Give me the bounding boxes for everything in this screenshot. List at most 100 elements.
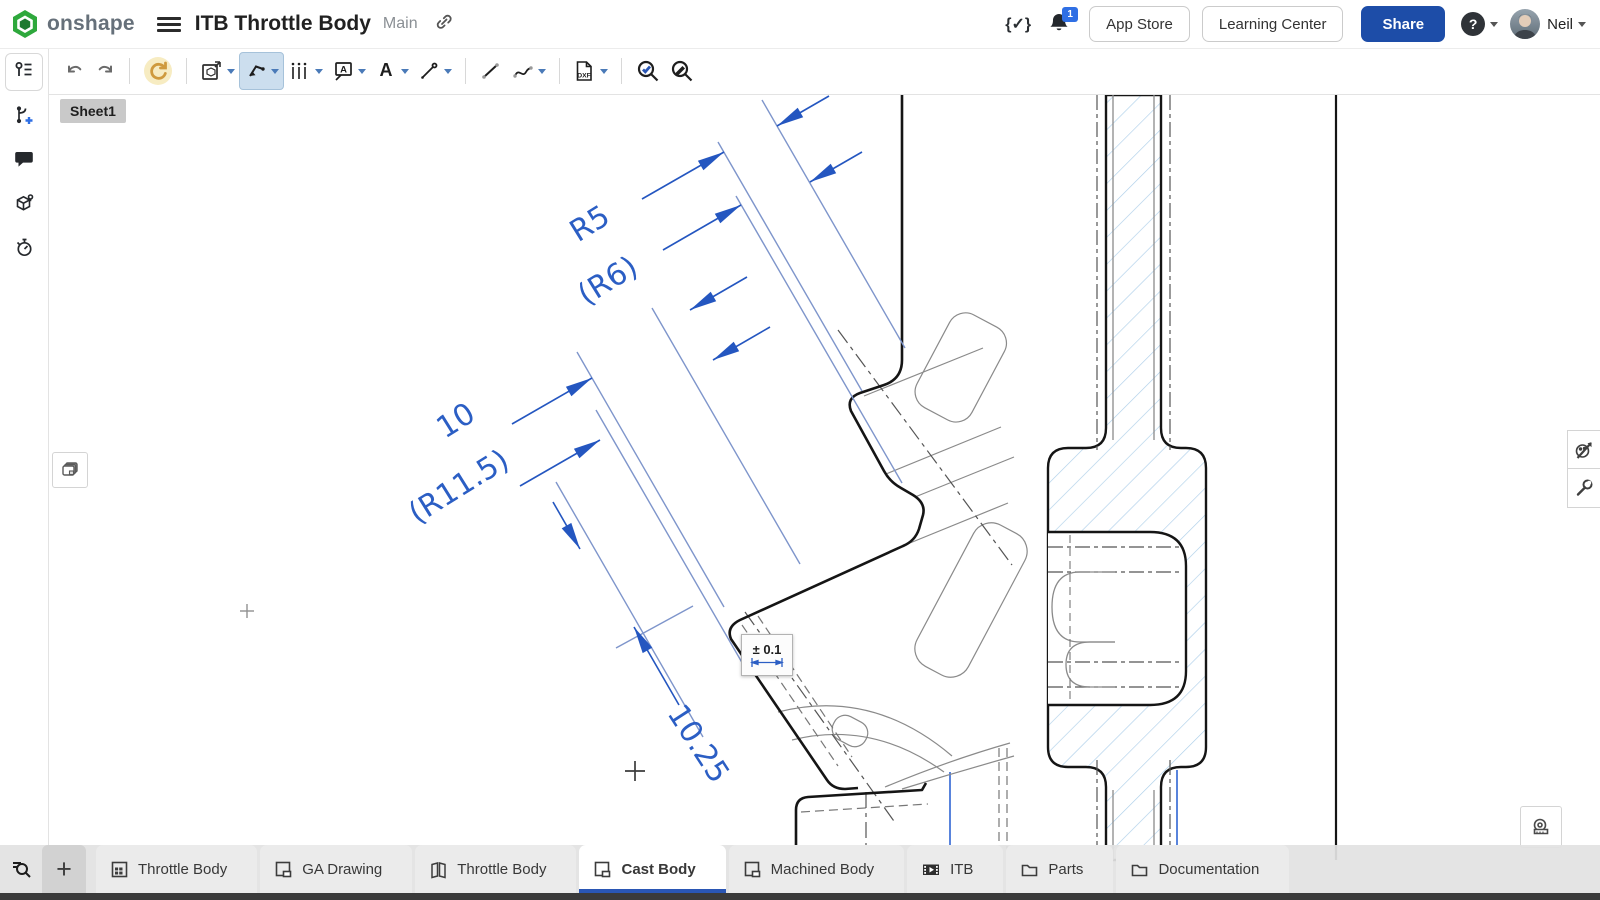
tab-ga-drawing[interactable]: GA Drawing xyxy=(260,845,412,893)
review-check-tool[interactable] xyxy=(631,53,665,89)
insert-view-tool[interactable] xyxy=(196,53,239,89)
feature-list-panel-button[interactable] xyxy=(5,53,43,91)
tab-label: ITB xyxy=(950,861,973,878)
export-dxf-tool[interactable]: DXF xyxy=(569,53,612,89)
toolbar-separator xyxy=(465,58,466,84)
toolbar-separator xyxy=(559,58,560,84)
tab-throttle-body[interactable]: Throttle Body xyxy=(415,845,576,893)
drawing-canvas[interactable]: R5 (R6) 10 (R11.5) 10.25 ± 0.1 Sheet1 xyxy=(0,0,1600,893)
chevron-down-icon[interactable] xyxy=(600,69,608,74)
chevron-down-icon[interactable] xyxy=(444,69,452,74)
tab-label: Throttle Body xyxy=(138,861,227,878)
chevron-down-icon[interactable] xyxy=(227,69,235,74)
share-button[interactable]: Share xyxy=(1361,6,1445,42)
drawing-properties-button[interactable] xyxy=(1567,468,1600,508)
window-bottom-edge xyxy=(0,893,1600,900)
crosshair-cursor xyxy=(625,761,645,781)
app-store-button[interactable]: App Store xyxy=(1089,6,1190,42)
tab-label: Machined Body xyxy=(771,861,874,878)
avatar[interactable] xyxy=(1510,9,1540,39)
drawing-icon xyxy=(274,860,293,879)
notifications-button[interactable]: 1 xyxy=(1047,11,1071,37)
svg-text:A: A xyxy=(340,65,347,76)
tolerance-box[interactable]: ± 0.1 xyxy=(741,634,793,676)
user-name: Neil xyxy=(1547,16,1573,33)
pan-cursor xyxy=(240,604,254,618)
share-link-icon[interactable] xyxy=(434,12,454,37)
folder-icon xyxy=(1020,860,1039,879)
learning-center-button[interactable]: Learning Center xyxy=(1202,6,1344,42)
app-header: onshape ITB Throttle Body Main {✓} 1 App… xyxy=(0,0,1600,49)
tab-label: Documentation xyxy=(1158,861,1259,878)
update-tool[interactable] xyxy=(139,53,177,89)
tab-label: GA Drawing xyxy=(302,861,382,878)
text-tool[interactable]: A xyxy=(370,53,413,89)
style-settings-button[interactable] xyxy=(1567,430,1600,470)
chevron-down-icon[interactable] xyxy=(271,69,279,74)
tolerance-dim-icon xyxy=(750,657,784,668)
tab-machined-body[interactable]: Machined Body xyxy=(729,845,904,893)
section-view-left xyxy=(730,95,1034,860)
help-icon: ? xyxy=(1461,12,1485,36)
comments-panel-button[interactable] xyxy=(6,143,42,179)
drawing-svg xyxy=(0,0,1600,893)
chevron-down-icon xyxy=(1578,22,1586,27)
onshape-logo[interactable]: onshape xyxy=(10,9,135,39)
chevron-down-icon[interactable] xyxy=(315,69,323,74)
user-menu[interactable]: Neil xyxy=(1547,16,1586,33)
versions-icon xyxy=(13,104,35,131)
tolerance-value: ± 0.1 xyxy=(753,643,782,656)
sheets-flyout-button[interactable] xyxy=(52,452,88,488)
partstudio-icon xyxy=(429,860,448,879)
versions-panel-button[interactable] xyxy=(6,99,42,135)
toolbar-separator xyxy=(621,58,622,84)
tab-parts[interactable]: Parts xyxy=(1006,845,1113,893)
search-tabs-button[interactable] xyxy=(0,845,42,893)
performance-icon xyxy=(13,236,35,263)
sheet-tab[interactable]: Sheet1 xyxy=(60,99,126,123)
help-menu[interactable]: ? xyxy=(1461,12,1498,36)
workspace-label[interactable]: Main xyxy=(383,15,418,33)
performance-panel-button[interactable] xyxy=(6,231,42,267)
dimension-lines[interactable] xyxy=(512,96,905,737)
measure-button[interactable] xyxy=(1520,806,1562,848)
redo-tool[interactable] xyxy=(90,53,120,89)
dimension-tool[interactable] xyxy=(239,52,284,90)
follow-mode-panel-button[interactable] xyxy=(6,187,42,223)
wrench-icon xyxy=(1573,477,1595,499)
follow-mode-icon xyxy=(13,192,35,219)
feature-list-icon xyxy=(13,59,35,86)
tab-list: Throttle Body GA Drawing Throttle Body Cast… xyxy=(96,845,1292,893)
hamburger-menu[interactable] xyxy=(157,14,181,35)
tab-throttle-body[interactable]: Throttle Body xyxy=(96,845,257,893)
svg-text:DXF: DXF xyxy=(577,73,591,80)
folder-icon xyxy=(1130,860,1149,879)
add-tab-button[interactable]: + xyxy=(42,845,86,893)
search-icon xyxy=(9,857,33,881)
chevron-down-icon[interactable] xyxy=(401,69,409,74)
featurescript-icon[interactable]: {✓} xyxy=(1005,14,1031,34)
undo-tool[interactable] xyxy=(60,53,90,89)
spline-tool[interactable] xyxy=(507,53,550,89)
chevron-down-icon[interactable] xyxy=(358,69,366,74)
line-tool[interactable] xyxy=(475,53,507,89)
tab-cast-body[interactable]: Cast Body xyxy=(579,845,725,893)
tab-label: Cast Body xyxy=(621,861,695,878)
toolbar-separator xyxy=(186,58,187,84)
tab-itb[interactable]: ITB xyxy=(907,845,1003,893)
chevron-down-icon xyxy=(1490,22,1498,27)
tab-documentation[interactable]: Documentation xyxy=(1116,845,1289,893)
callout-tool[interactable] xyxy=(413,53,456,89)
assembly-icon xyxy=(110,860,129,879)
drawing-icon xyxy=(593,860,612,879)
document-tab-bar: + Throttle Body GA Drawing Throttle Body Ca… xyxy=(0,845,1600,893)
tab-label: Parts xyxy=(1048,861,1083,878)
video-icon xyxy=(921,860,941,879)
chevron-down-icon[interactable] xyxy=(538,69,546,74)
note-tool[interactable]: A xyxy=(327,53,370,89)
ordinate-dimension-tool[interactable] xyxy=(284,53,327,89)
section-view-right xyxy=(950,95,1206,860)
toolbar-separator xyxy=(129,58,130,84)
drawing-icon xyxy=(743,860,762,879)
review-edit-tool[interactable] xyxy=(665,53,699,89)
